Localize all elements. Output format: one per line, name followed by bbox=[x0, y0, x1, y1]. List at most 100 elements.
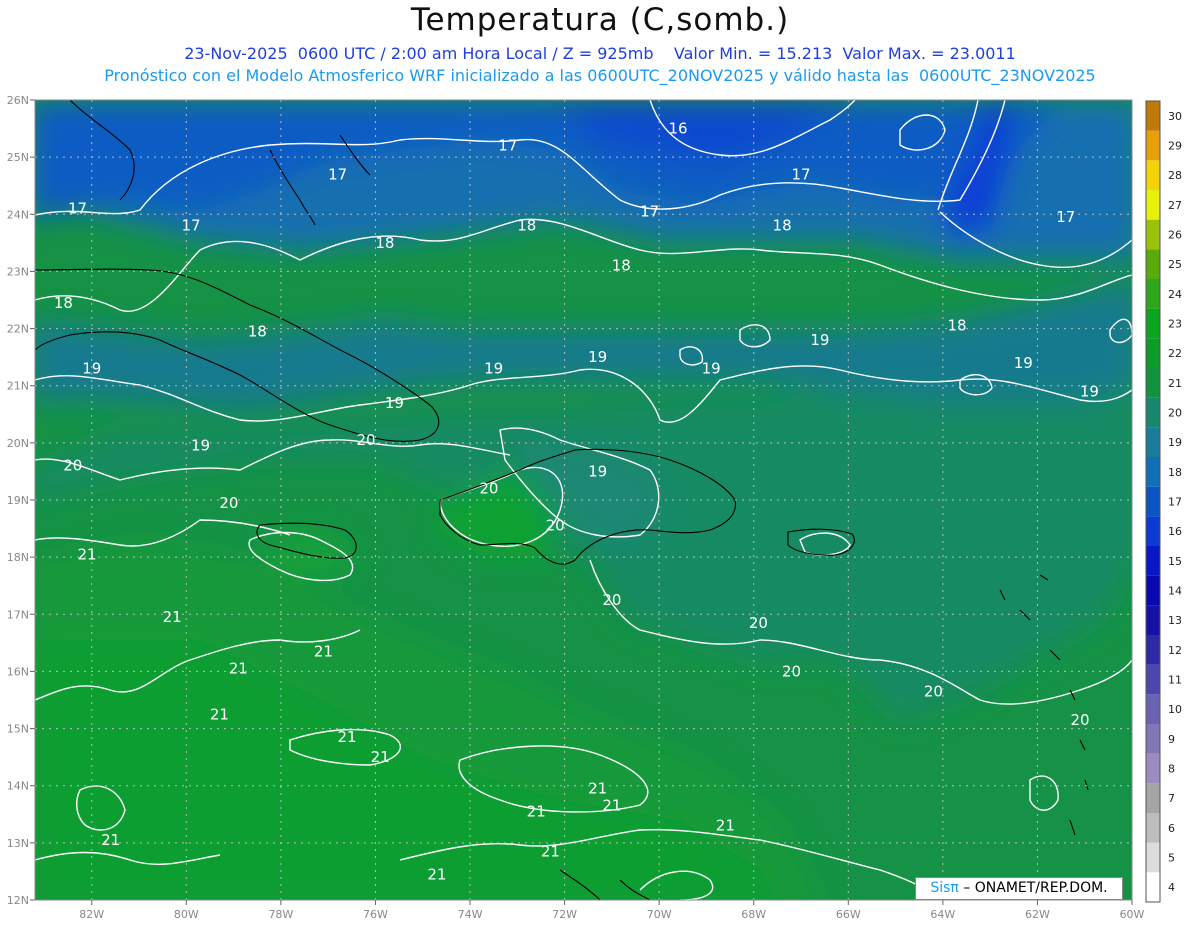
colorbar-segment bbox=[1146, 605, 1160, 635]
y-tick-label: 12N bbox=[7, 894, 29, 907]
contour-label: 17 bbox=[181, 217, 200, 235]
contour-label: 20 bbox=[219, 494, 238, 512]
y-tick-label: 20N bbox=[7, 437, 29, 450]
x-tick-label: 64W bbox=[930, 908, 955, 921]
colorbar-segment bbox=[1146, 160, 1160, 190]
colorbar-segment bbox=[1146, 635, 1160, 665]
x-tick-label: 62W bbox=[1025, 908, 1050, 921]
contour-label: 21 bbox=[427, 865, 446, 883]
contour-label: 20 bbox=[749, 614, 768, 632]
contour-label: 21 bbox=[338, 728, 357, 746]
colorbar-label: 12 bbox=[1168, 644, 1182, 657]
y-tick-label: 24N bbox=[7, 208, 29, 221]
contour-label: 18 bbox=[248, 322, 267, 340]
colorbar-segment bbox=[1146, 219, 1160, 250]
contour-label: 17 bbox=[68, 200, 87, 218]
colorbar-label: 14 bbox=[1168, 585, 1182, 598]
y-tick-label: 16N bbox=[7, 665, 29, 678]
colorbar-label: 20 bbox=[1168, 407, 1182, 420]
contour-label: 20 bbox=[782, 662, 801, 680]
contour-label: 17 bbox=[640, 202, 659, 220]
colorbar-label: 25 bbox=[1168, 258, 1182, 271]
y-tick-label: 17N bbox=[7, 608, 29, 621]
y-tick-label: 19N bbox=[7, 494, 29, 507]
contour-label: 19 bbox=[702, 360, 721, 378]
y-tick-label: 15N bbox=[7, 723, 29, 736]
contour-label: 20 bbox=[356, 431, 375, 449]
colorbar-segment bbox=[1146, 546, 1160, 576]
colorbar: 4 5 6 7 8 9 10 11 12 13 14 15 16 17 18 19 20 21 22 23 24 25 26… bbox=[1145, 100, 1182, 903]
contour-label: 18 bbox=[773, 217, 792, 235]
colorbar-label: 4 bbox=[1168, 881, 1175, 894]
colorbar-label: 7 bbox=[1168, 792, 1175, 805]
y-tick-label: 25N bbox=[7, 151, 29, 164]
x-tick-label: 76W bbox=[363, 908, 388, 921]
contour-label: 19 bbox=[588, 348, 607, 366]
contour-label: 21 bbox=[527, 802, 546, 820]
x-tick-label: 74W bbox=[458, 908, 483, 921]
contour-label: 21 bbox=[77, 545, 96, 563]
colorbar-segment bbox=[1146, 338, 1160, 368]
contour-label: 21 bbox=[229, 660, 248, 678]
y-tick-label: 14N bbox=[7, 780, 29, 793]
colorbar-segment bbox=[1146, 368, 1160, 398]
colorbar-segment bbox=[1146, 842, 1160, 873]
contour-label: 21 bbox=[371, 748, 390, 766]
contour-label: 21 bbox=[602, 797, 621, 815]
x-tick-label: 82W bbox=[79, 908, 104, 921]
colorbar-segment bbox=[1146, 427, 1160, 457]
x-tick-label: 68W bbox=[741, 908, 766, 921]
x-tick-label: 70W bbox=[647, 908, 672, 921]
colorbar-label: 6 bbox=[1168, 822, 1175, 835]
colorbar-label: 23 bbox=[1168, 318, 1182, 331]
contour-label: 17 bbox=[498, 137, 517, 155]
colorbar-label: 21 bbox=[1168, 377, 1182, 390]
y-tick-label: 21N bbox=[7, 380, 29, 393]
colorbar-segment bbox=[1146, 694, 1160, 724]
contour-label: 20 bbox=[602, 591, 621, 609]
colorbar-segment bbox=[1146, 308, 1160, 339]
contour-label: 20 bbox=[1070, 711, 1089, 729]
contour-label: 18 bbox=[948, 317, 967, 335]
colorbar-label: 27 bbox=[1168, 199, 1182, 212]
y-tick-label: 23N bbox=[7, 265, 29, 278]
colorbar-segment bbox=[1146, 101, 1160, 131]
colorbar-label: 18 bbox=[1168, 466, 1182, 479]
colorbar-label: 15 bbox=[1168, 555, 1182, 568]
colorbar-label: 19 bbox=[1168, 436, 1182, 449]
colorbar-segment bbox=[1146, 724, 1160, 754]
credit-sis: Sisπ bbox=[930, 880, 959, 896]
contour-label: 19 bbox=[484, 360, 503, 378]
map-field: 16 17 17 17 17 17 17 17 18 18 18 18 18 18 18 19 19 19 19 19… bbox=[35, 100, 1132, 900]
colorbar-label: 22 bbox=[1168, 347, 1182, 360]
colorbar-segment bbox=[1146, 397, 1160, 428]
colorbar-label: 29 bbox=[1168, 140, 1182, 153]
colorbar-label: 9 bbox=[1168, 733, 1175, 746]
contour-label: 17 bbox=[1056, 208, 1075, 226]
contour-label: 17 bbox=[791, 165, 810, 183]
colorbar-segment bbox=[1146, 130, 1160, 161]
colorbar-segment bbox=[1146, 872, 1160, 902]
contour-label: 21 bbox=[588, 780, 607, 798]
x-tick-label: 72W bbox=[552, 908, 577, 921]
contour-label: 21 bbox=[716, 817, 735, 835]
colorbar-label: 16 bbox=[1168, 525, 1182, 538]
colorbar-label: 13 bbox=[1168, 614, 1182, 627]
colorbar-label: 24 bbox=[1168, 288, 1182, 301]
colorbar-label: 5 bbox=[1168, 852, 1175, 865]
colorbar-label: 10 bbox=[1168, 703, 1182, 716]
colorbar-label: 8 bbox=[1168, 763, 1175, 776]
y-tick-label: 26N bbox=[7, 94, 29, 107]
contour-label: 20 bbox=[63, 457, 82, 475]
colorbar-segment bbox=[1146, 279, 1160, 309]
colorbar-segment bbox=[1146, 664, 1160, 695]
contour-label: 17 bbox=[328, 165, 347, 183]
colorbar-label: 30 bbox=[1168, 110, 1182, 123]
x-tick-label: 78W bbox=[268, 908, 293, 921]
y-tick-label: 22N bbox=[7, 323, 29, 336]
contour-label: 20 bbox=[479, 480, 498, 498]
colorbar-segment bbox=[1146, 516, 1160, 546]
credit-org: – ONAMET/REP.DOM. bbox=[958, 880, 1108, 896]
colorbar-segment bbox=[1146, 575, 1160, 606]
contour-label: 18 bbox=[612, 257, 631, 275]
